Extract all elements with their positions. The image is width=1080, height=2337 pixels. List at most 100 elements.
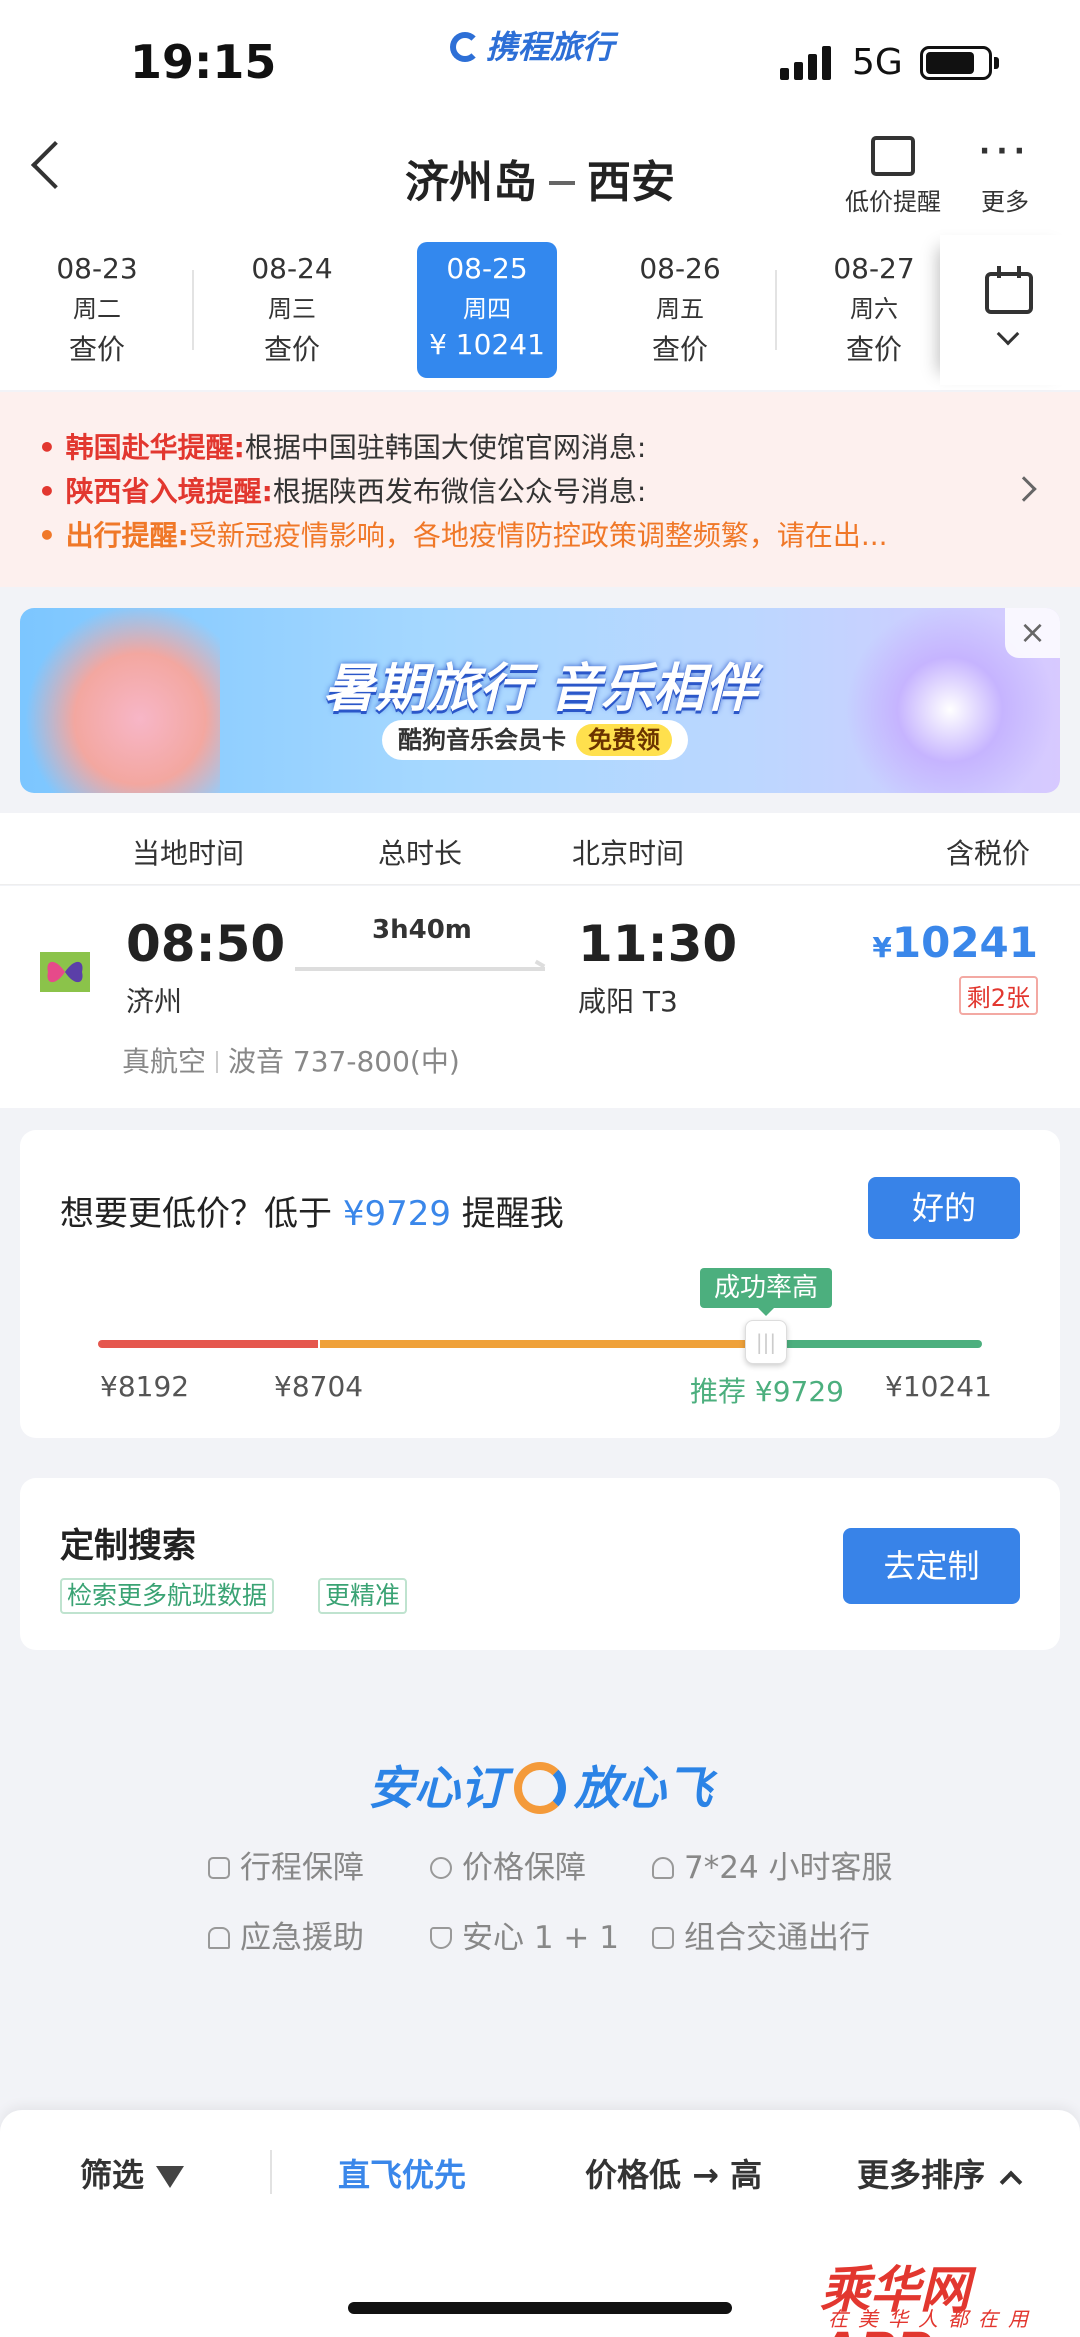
low-price-alert-button[interactable]: 低价提醒 xyxy=(838,132,948,217)
alert-text-after: 提醒我 xyxy=(450,1194,564,1234)
date-price: 查价 xyxy=(845,333,902,366)
brand-name: 携程旅行 xyxy=(486,28,615,66)
filter-icon xyxy=(156,2166,185,2188)
notice-travel: • 出行提醒:受新冠疫情影响，各地疫情防控政策调整频繁，请在出... xyxy=(38,519,888,552)
brand-logo: 携程旅行 xyxy=(450,22,614,68)
filter-label: 筛选 xyxy=(80,2156,145,2194)
date-tab-0825-selected[interactable]: 08-25 周四 ¥ 10241 xyxy=(417,242,557,378)
guarantee-itinerary: 行程保障 xyxy=(208,1842,364,1887)
ctrip-swirl-icon xyxy=(514,1762,566,1814)
col-local-time: 当地时间 xyxy=(132,837,245,870)
guarantee-label: 组合交通出行 xyxy=(684,1920,870,1956)
date-label: 08-23 xyxy=(56,252,138,285)
guarantee-safe: 安心 1 + 1 xyxy=(430,1912,619,1957)
arrival-airport: 咸阳 T3 xyxy=(578,985,678,1018)
weekday-label: 周二 xyxy=(73,295,121,323)
route-to: 西安 xyxy=(587,157,675,208)
more-button[interactable]: ··· 更多 xyxy=(965,132,1045,217)
weekday-label: 周五 xyxy=(656,295,704,323)
alert-text-before: 想要更低价？低于 xyxy=(60,1194,343,1234)
briefcase-icon xyxy=(208,1857,230,1879)
slider-track-orange xyxy=(320,1340,760,1348)
yen-icon xyxy=(430,1857,452,1879)
guarantee-service: 7*24 小时客服 xyxy=(652,1842,893,1887)
price-mark-recommended: 推荐 ¥9729 xyxy=(690,1375,844,1408)
banner-badge: 免费领 xyxy=(576,724,672,756)
notice-text: 受新冠疫情影响，各地疫情防控政策调整频繁，请在出... xyxy=(188,519,888,552)
calendar-icon xyxy=(985,266,1033,314)
notice-text: 根据陕西发布微信公众号消息: xyxy=(272,475,647,508)
price-mark-1: ¥8192 xyxy=(100,1370,190,1403)
guarantee-label: 价格保障 xyxy=(462,1850,586,1886)
battery-icon xyxy=(920,46,992,80)
customize-button[interactable]: 去定制 xyxy=(843,1528,1020,1604)
date-price: 查价 xyxy=(263,333,320,366)
duration-arrow xyxy=(295,967,545,971)
price-mark-2: ¥8704 xyxy=(274,1370,364,1403)
shield-icon xyxy=(430,1927,452,1949)
headset-icon xyxy=(652,1857,674,1879)
date-tab-0826[interactable]: 08-26 周五 查价 xyxy=(610,242,750,378)
watermark-slogan: 在美华人都在用 xyxy=(828,2307,1038,2331)
date-tab-0827[interactable]: 08-27 周六 查价 xyxy=(804,242,944,378)
custom-search-title: 定制搜索 xyxy=(60,1526,196,1566)
custom-tag-precise: 更精准 xyxy=(318,1578,408,1614)
route-from: 济州岛 xyxy=(405,157,537,208)
notice-title: 出行提醒: xyxy=(65,519,189,552)
airline-name: 真航空 xyxy=(122,1045,207,1078)
low-price-alert-label: 低价提醒 xyxy=(845,188,941,216)
route-arrow-icon xyxy=(549,181,575,185)
notice-text: 根据中国驻韩国大使馆官网消息: xyxy=(244,431,647,464)
chevron-up-icon xyxy=(999,2170,1023,2194)
date-tab-0824[interactable]: 08-24 周三 查价 xyxy=(222,242,362,378)
weekday-label: 周六 xyxy=(850,295,898,323)
guarantee-title-left: 安心订 xyxy=(368,1761,506,1815)
custom-tag-more-data: 检索更多航班数据 xyxy=(60,1578,275,1614)
direct-first-sort[interactable]: 直飞优先 xyxy=(338,2150,466,2196)
notice-title: 韩国赴华提醒: xyxy=(65,431,245,464)
departure-time: 08:50 xyxy=(126,915,286,973)
home-indicator[interactable] xyxy=(348,2302,732,2314)
guarantee-label: 应急援助 xyxy=(240,1920,364,1956)
departure-city: 济州 xyxy=(126,985,183,1018)
flight-duration: 3h40m xyxy=(372,915,472,945)
date-label: 08-24 xyxy=(251,252,333,285)
slider-track-green xyxy=(760,1340,982,1348)
weekday-label: 周四 xyxy=(463,295,511,323)
success-rate-tag: 成功率高 xyxy=(700,1268,832,1316)
clock: 19:15 xyxy=(130,35,277,89)
date-tab-0823[interactable]: 08-23 周二 查价 xyxy=(27,242,167,378)
col-tax-price: 含税价 xyxy=(946,837,1031,870)
banner-offer: 酷狗音乐会员卡 免费领 xyxy=(382,720,688,760)
aircraft-type: 波音 737-800(中) xyxy=(228,1045,460,1078)
divider xyxy=(192,270,194,350)
alarm-icon xyxy=(208,1927,230,1949)
currency-symbol: ¥ xyxy=(872,931,892,964)
guarantee-emergency: 应急援助 xyxy=(208,1912,364,1957)
price-slider-handle[interactable]: ||| xyxy=(745,1320,787,1364)
notice-title: 陕西省入境提醒: xyxy=(65,475,273,508)
chart-alert-icon xyxy=(871,136,915,176)
alert-target-price: ¥9729 xyxy=(342,1194,451,1234)
more-label: 更多 xyxy=(981,188,1029,216)
slider-track-red xyxy=(98,1340,318,1348)
close-icon[interactable]: × xyxy=(1005,608,1060,658)
seats-left-badge: 剩2张 xyxy=(958,976,1038,1015)
more-sort-button[interactable]: 更多排序 xyxy=(857,2150,1023,2196)
battery-tip xyxy=(994,57,999,69)
guarantee-label: 7*24 小时客服 xyxy=(684,1850,893,1886)
divider xyxy=(775,270,777,350)
confirm-alert-button[interactable]: 好的 xyxy=(868,1177,1020,1239)
filter-button[interactable]: 筛选 xyxy=(80,2150,185,2196)
more-sort-label: 更多排序 xyxy=(857,2156,986,2194)
date-price: ¥ 10241 xyxy=(429,328,545,361)
guarantee-transport: 组合交通出行 xyxy=(652,1912,870,1957)
guarantee-label: 行程保障 xyxy=(240,1850,364,1886)
price-alert-text: 想要更低价？低于 ¥9729 提醒我 xyxy=(60,1186,564,1235)
price-sort[interactable]: 价格低 → 高 xyxy=(585,2150,762,2196)
notice-korea: • 韩国赴华提醒:根据中国驻韩国大使馆官网消息: xyxy=(38,431,647,464)
promo-banner[interactable]: 暑期旅行 音乐相伴 酷狗音乐会员卡 免费领 xyxy=(20,608,1060,793)
guarantee-title: 安心订 放心飞 xyxy=(0,1752,1080,1818)
arrival-time: 11:30 xyxy=(578,915,738,973)
airline-info: 真航空 波音 737-800(中) xyxy=(122,1040,460,1080)
